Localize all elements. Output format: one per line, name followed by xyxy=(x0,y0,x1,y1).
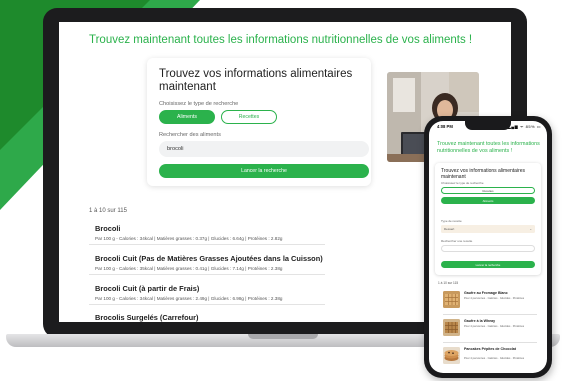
pancakes-thumbnail-image xyxy=(443,347,460,364)
mobile-result-name: Pancakes Pépites de Chocolat xyxy=(464,347,516,351)
mobile-results-count: 1 à 10 sur 115 xyxy=(438,281,459,285)
mobile-toggle-aliments-button[interactable]: Aliments xyxy=(441,197,535,204)
mobile-result-item[interactable]: Gaufre au Fromage Blanc Pour 4 personnes… xyxy=(443,291,537,315)
search-type-label: Choisissez le type de recherche xyxy=(159,101,239,107)
result-item-name: Brocoli xyxy=(95,224,121,233)
status-bar-icons: ▂▄▆ ᯤ 85% ▭ xyxy=(507,124,541,129)
result-item-detail: Par 100 g - Calories : 35kcal | Matières… xyxy=(95,266,283,271)
toggle-recettes-button[interactable]: Recettes xyxy=(221,110,277,124)
waffle-thumbnail-image xyxy=(443,291,460,308)
result-item[interactable]: Brocoli Par 100 g - Calories : 34kcal | … xyxy=(95,224,325,241)
results-count: 1 à 10 sur 115 xyxy=(89,208,127,214)
result-divider xyxy=(89,244,325,245)
waffle-thumbnail-image xyxy=(443,319,460,336)
mobile-result-detail: Pour 4 personnes · Calories · Glucides ·… xyxy=(464,325,525,328)
chevron-down-icon: ⌄ xyxy=(529,227,532,231)
result-item[interactable]: Brocoli Cuit (Pas de Matières Grasses Aj… xyxy=(95,254,325,271)
mobile-result-name: Gaufre au Fromage Blanc xyxy=(464,291,508,295)
search-card: Trouvez vos informations alimentaires ma… xyxy=(147,58,371,186)
mobile-meal-type-select[interactable]: Dessert ⌄ xyxy=(441,225,535,233)
mobile-search-type-label: Choisissez le type de recherche xyxy=(441,181,484,185)
mobile-search-card: Trouvez vos informations alimentaires ma… xyxy=(435,163,541,275)
toggle-aliments-button[interactable]: Aliments xyxy=(159,110,215,124)
status-time: 4:08 PM xyxy=(437,124,453,129)
mobile-result-name: Gaufre à la Wheay xyxy=(464,319,496,323)
mobile-launch-search-button[interactable]: Lancer la recherche xyxy=(441,261,535,268)
mobile-meal-type-value: Dessert xyxy=(444,227,455,231)
mobile-result-item[interactable]: Pancakes Pépites de Chocolat Pour 4 pers… xyxy=(443,347,537,371)
mobile-toggle-recettes-button[interactable]: Recettes xyxy=(441,187,535,194)
food-search-input[interactable]: brocoli xyxy=(159,141,369,157)
result-item[interactable]: Brocolis Surgelés (Carrefour) xyxy=(95,313,325,322)
mobile-result-item[interactable]: Gaufre à la Wheay Pour 4 personnes · Cal… xyxy=(443,319,537,343)
mobile-recipe-search-label: Rechercher une recette xyxy=(441,239,473,243)
mobile-recipe-search-input[interactable] xyxy=(441,245,535,252)
page-title: Trouvez maintenant toutes les informatio… xyxy=(89,34,473,46)
mobile-result-detail: Pour 4 personnes · Calories · Glucides ·… xyxy=(464,297,525,300)
result-item-name: Brocolis Surgelés (Carrefour) xyxy=(95,313,199,322)
result-item-name: Brocoli Cuit (à partir de Frais) xyxy=(95,284,200,293)
result-item[interactable]: Brocoli Cuit (à partir de Frais) Par 100… xyxy=(95,284,325,301)
result-divider xyxy=(89,274,325,275)
mobile-result-detail: Pour 4 personnes · Calories · Glucides ·… xyxy=(464,357,525,360)
laptop-notch xyxy=(248,334,318,339)
mobile-result-divider xyxy=(443,342,537,343)
mobile-result-divider xyxy=(443,314,537,315)
launch-search-button[interactable]: Lancer la recherche xyxy=(159,164,369,178)
mobile-search-card-title: Trouvez vos informations alimentaires ma… xyxy=(441,168,526,180)
phone-notch xyxy=(465,121,511,130)
result-divider xyxy=(89,304,325,305)
mobile-page-title: Trouvez maintenant toutes les informatio… xyxy=(437,141,540,154)
result-item-detail: Par 100 g - Calories : 34kcal | Matières… xyxy=(95,236,283,241)
phone-screen: 4:08 PM ▂▄▆ ᯤ 85% ▭ Trouvez maintenant t… xyxy=(429,121,547,373)
result-item-detail: Par 100 g - Calories : 34kcal | Matières… xyxy=(95,296,283,301)
search-card-title: Trouvez vos informations alimentaires ma… xyxy=(159,68,353,93)
result-item-name: Brocoli Cuit (Pas de Matières Grasses Aj… xyxy=(95,254,323,263)
mobile-meal-type-label: Type de recette xyxy=(441,219,462,223)
food-search-label: Rechercher des aliments xyxy=(159,132,221,138)
